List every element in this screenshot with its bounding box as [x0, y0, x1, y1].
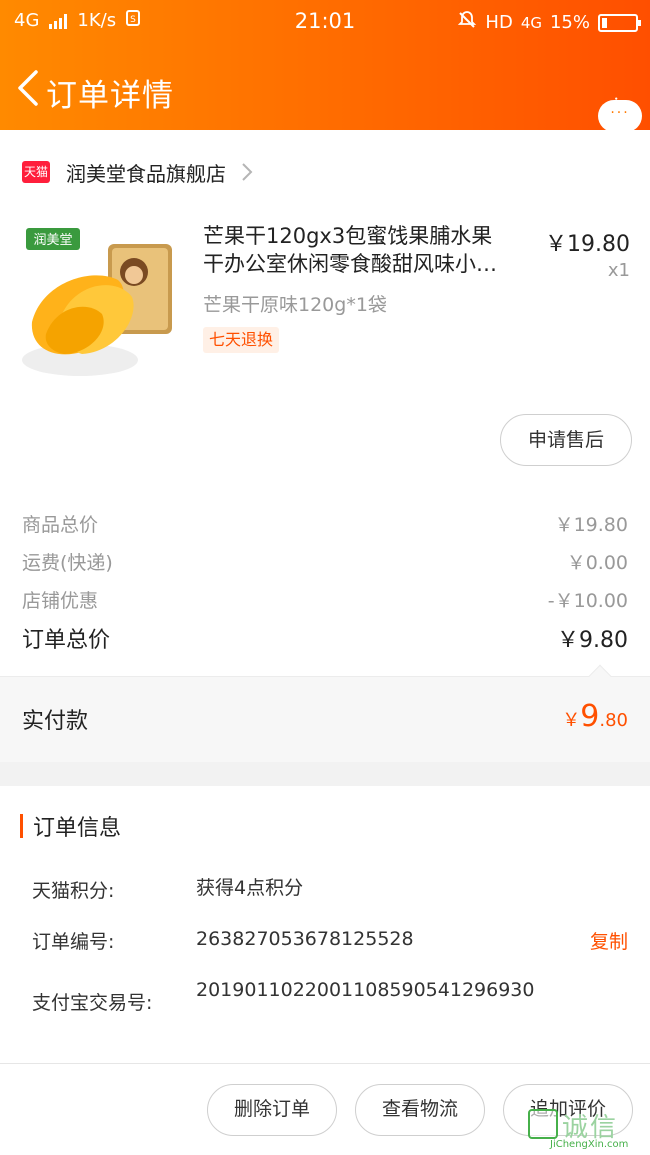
status-bar: 4G 1K/s S 21:01 HD 4G 15% [0, 0, 650, 44]
hd-label: HD [485, 12, 513, 33]
header-bar: 4G 1K/s S 21:01 HD 4G 15% 订单详情 ··· [0, 0, 650, 132]
shop-header[interactable]: 天猫 润美堂食品旗舰店 [0, 150, 650, 194]
order-info-title: 订单信息 [33, 816, 122, 841]
view-logistics-button[interactable]: 查看物流 [355, 1084, 485, 1136]
navigation-bar: 订单详情 ··· [0, 52, 650, 132]
heading-accent-bar [20, 814, 23, 838]
payment-decimal: .80 [599, 710, 628, 731]
product-item[interactable]: 润美堂 芒果干120gx3包蜜饯果脯水果 干办公室休闲零食酸甜风味小… ￥19.… [0, 210, 650, 390]
info-value[interactable]: 2019011022001108590541296930 [196, 978, 548, 1002]
actual-payment-label: 实付款 [22, 709, 89, 734]
fee-row-discount: 店铺优惠 -￥10.00 [22, 586, 628, 616]
fee-label: 运费(快递) [22, 552, 113, 574]
tmall-logo-icon: 天猫 [22, 161, 50, 183]
shop-name[interactable]: 润美堂食品旗舰店 [66, 158, 226, 187]
product-title-line2: 干办公室休闲零食酸甜风味小… [203, 252, 497, 276]
order-total-value: ￥9.80 [557, 628, 628, 653]
fee-label: 店铺优惠 [22, 590, 99, 612]
mute-bell-icon [457, 10, 477, 35]
network-right-label: 4G [520, 13, 542, 32]
brand-logo-text: 润美堂 [33, 233, 72, 248]
payment-integer: 9 [580, 699, 600, 734]
more-options-icon[interactable] [614, 80, 628, 128]
section-divider [0, 762, 650, 786]
actual-payment-value: ￥9.80 [562, 699, 628, 734]
actual-payment-row: 实付款 ￥9.80 [0, 664, 650, 762]
info-value: 获得4点积分 [196, 877, 304, 899]
product-title[interactable]: 芒果干120gx3包蜜饯果脯水果 干办公室休闲零食酸甜风味小… [203, 222, 533, 278]
product-thumbnail[interactable]: 润美堂 [22, 222, 182, 382]
product-quantity: x1 [607, 260, 630, 281]
return-policy-tag: 七天退换 [203, 327, 280, 353]
order-total-label: 订单总价 [22, 628, 111, 653]
fee-value: ￥19.80 [554, 514, 628, 536]
info-label: 订单编号: [32, 931, 115, 953]
info-value[interactable]: 263827053678125528 [196, 927, 548, 951]
watermark: 诚信 JiChengXin.com [528, 1103, 646, 1151]
watermark-url: JiChengXin.com [550, 1139, 629, 1150]
chevron-right-icon [242, 163, 253, 181]
info-label: 支付宝交易号: [32, 992, 153, 1014]
order-info-heading: 订单信息 [20, 812, 122, 841]
fee-label: 商品总价 [22, 514, 99, 536]
order-total-row: 订单总价 ￥9.80 [22, 622, 628, 658]
product-title-line1: 芒果干120gx3包蜜饯果脯水果 [203, 224, 493, 248]
fee-row-goods: 商品总价 ￥19.80 [22, 510, 628, 540]
battery-percent: 15% [549, 12, 590, 33]
watermark-logo-icon [528, 1109, 558, 1139]
product-sku: 芒果干原味120g*1袋 [203, 294, 387, 316]
after-sale-button[interactable]: 申请售后 [500, 414, 632, 466]
payment-currency: ￥ [562, 710, 581, 731]
fee-value: -￥10.00 [547, 590, 628, 612]
fee-value: ￥0.00 [566, 552, 628, 574]
dried-mango-product-image: 润美堂 [22, 228, 172, 376]
product-price: ￥19.80 [545, 232, 630, 257]
info-label: 天猫积分: [32, 880, 115, 902]
page-title: 订单详情 [46, 78, 174, 114]
notch-decoration [588, 664, 612, 688]
fee-row-shipping: 运费(快递) ￥0.00 [22, 548, 628, 578]
back-arrow-icon[interactable] [14, 68, 42, 108]
copy-button[interactable]: 复制 [590, 927, 628, 954]
delete-order-button[interactable]: 删除订单 [207, 1084, 337, 1136]
battery-icon [598, 13, 641, 32]
